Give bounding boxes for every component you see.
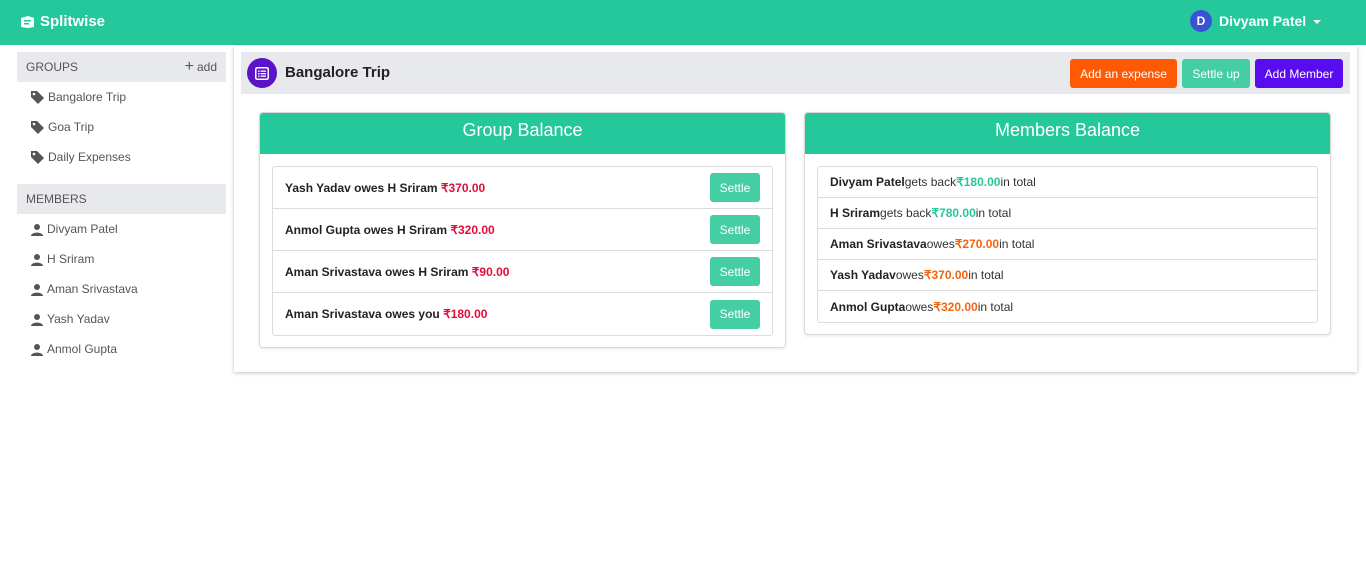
balance-suffix: in total — [968, 268, 1004, 282]
balance-amount: ₹270.00 — [954, 237, 1000, 251]
sidebar-item-member[interactable]: H Sriram — [17, 244, 226, 274]
balance-verb: gets back — [880, 206, 932, 220]
balance-suffix: in total — [999, 237, 1035, 251]
main-panel: Bangalore Trip Add an expense Settle up … — [234, 46, 1357, 372]
tag-icon — [31, 151, 44, 164]
top-navbar: Splitwise D Divyam Patel — [0, 0, 1366, 45]
sidebar-item-label: H Sriram — [47, 252, 95, 266]
balance-amount: ₹180.00 — [956, 175, 1001, 189]
list-item: Yash Yadav owes ₹370.00 in total — [818, 260, 1317, 291]
members-header: MEMBERS — [17, 184, 226, 214]
sidebar-item-group[interactable]: Daily Expenses — [17, 142, 226, 172]
balance-suffix: in total — [975, 206, 1012, 220]
sidebar-item-group[interactable]: Bangalore Trip — [17, 82, 226, 112]
list-item: Aman Srivastava owes you ₹180.00 Settle — [273, 293, 772, 335]
user-icon — [31, 313, 43, 326]
balance-text: Aman Srivastava owes H Sriram ₹90.00 — [285, 265, 509, 279]
list-item: Anmol Gupta owes H Sriram ₹320.00 Settle — [273, 209, 772, 251]
settle-button[interactable]: Settle — [710, 257, 760, 286]
settle-button[interactable]: Settle — [710, 173, 760, 202]
balance-description: Anmol Gupta owes H Sriram — [285, 222, 448, 237]
add-member-button[interactable]: Add Member — [1255, 59, 1343, 88]
page-title: Bangalore Trip — [285, 64, 391, 81]
sidebar-item-member[interactable]: Divyam Patel — [17, 214, 226, 244]
members-balance-title: Members Balance — [805, 113, 1330, 154]
user-icon — [31, 253, 43, 266]
settle-button[interactable]: Settle — [710, 299, 760, 329]
sidebar-item-label: Anmol Gupta — [47, 342, 118, 356]
sidebar-item-label: Goa Trip — [48, 120, 95, 134]
settle-button[interactable]: Settle — [710, 215, 760, 244]
list-item: Anmol Gupta owes ₹320.00 in total — [818, 291, 1317, 322]
user-name: Divyam Patel — [1219, 13, 1307, 29]
group-header-bar: Bangalore Trip Add an expense Settle up … — [241, 52, 1350, 94]
list-item: Divyam Patel gets back ₹180.00 in total — [818, 167, 1317, 198]
members-balance-card: Members Balance Divyam Patel gets back ₹… — [804, 112, 1331, 335]
balance-text: Anmol Gupta owes H Sriram ₹320.00 — [285, 223, 495, 237]
group-balance-card: Group Balance Yash Yadav owes H Sriram ₹… — [259, 112, 786, 348]
add-group-button[interactable]: + add — [185, 59, 217, 75]
balance-description: Yash Yadav owes H Sriram — [285, 180, 438, 195]
sidebar-item-label: Bangalore Trip — [48, 90, 127, 104]
avatar: D — [1190, 10, 1212, 32]
balance-description: Aman Srivastava owes H Sriram — [285, 264, 469, 279]
brand-logo[interactable]: Splitwise — [20, 13, 105, 30]
sidebar-item-label: Yash Yadav — [47, 312, 110, 326]
balance-amount: ₹320.00 — [933, 299, 978, 314]
add-group-label: add — [196, 60, 217, 74]
splitwise-logo-icon — [21, 15, 34, 28]
sidebar-item-label: Aman Srivastava — [47, 282, 138, 296]
members-header-label: MEMBERS — [26, 192, 87, 206]
balance-verb: owes — [926, 237, 955, 251]
member-name: H Sriram — [830, 206, 881, 220]
balance-amount: ₹370.00 — [440, 180, 486, 195]
sidebar-item-member[interactable]: Anmol Gupta — [17, 334, 226, 364]
sidebar-item-member[interactable]: Yash Yadav — [17, 304, 226, 334]
balance-amount: ₹780.00 — [931, 206, 976, 220]
user-menu[interactable]: D Divyam Patel — [1190, 10, 1322, 32]
list-item: Aman Srivastava owes H Sriram ₹90.00 Set… — [273, 251, 772, 293]
member-name: Yash Yadav — [830, 268, 896, 282]
groups-header-label: GROUPS — [26, 60, 79, 74]
group-balance-list: Yash Yadav owes H Sriram ₹370.00 Settle … — [272, 166, 773, 336]
sidebar-item-group[interactable]: Goa Trip — [17, 112, 226, 142]
user-icon — [31, 283, 43, 296]
balance-suffix: in total — [977, 299, 1014, 314]
balance-amount: ₹320.00 — [450, 222, 495, 237]
groups-header: GROUPS + add — [17, 52, 226, 82]
member-name: Aman Srivastava — [830, 237, 927, 251]
balance-verb: owes — [905, 299, 934, 314]
balance-text: Aman Srivastava owes you ₹180.00 — [285, 307, 487, 321]
sidebar-item-member[interactable]: Aman Srivastava — [17, 274, 226, 304]
balance-verb: gets back — [904, 175, 957, 189]
sidebar-item-label: Divyam Patel — [47, 222, 118, 236]
list-item: Aman Srivastava owes ₹270.00 in total — [818, 229, 1317, 260]
chevron-down-icon — [1313, 20, 1322, 24]
list-icon — [247, 58, 277, 88]
tag-icon — [31, 121, 44, 134]
group-balance-title: Group Balance — [260, 113, 785, 154]
balance-amount: ₹90.00 — [471, 264, 510, 279]
sidebar-item-label: Daily Expenses — [48, 150, 131, 164]
balance-amount: ₹370.00 — [923, 268, 969, 282]
user-icon — [31, 223, 43, 236]
balance-text: Yash Yadav owes H Sriram ₹370.00 — [285, 181, 485, 195]
balance-description: Aman Srivastava owes you — [285, 307, 440, 321]
list-item: H Sriram gets back ₹780.00 in total — [818, 198, 1317, 229]
list-item: Yash Yadav owes H Sriram ₹370.00 Settle — [273, 167, 772, 209]
add-expense-button[interactable]: Add an expense — [1070, 59, 1177, 88]
user-icon — [31, 343, 43, 356]
members-balance-list: Divyam Patel gets back ₹180.00 in total … — [817, 166, 1318, 323]
member-name: Anmol Gupta — [830, 299, 906, 314]
balance-amount: ₹180.00 — [443, 307, 488, 321]
balance-verb: owes — [895, 268, 924, 282]
sidebar: GROUPS + add Bangalore Trip Goa Trip Dai… — [17, 52, 226, 364]
settle-up-button[interactable]: Settle up — [1182, 59, 1250, 88]
app-name: Splitwise — [40, 13, 106, 30]
plus-icon: + — [184, 58, 194, 75]
member-name: Divyam Patel — [830, 175, 905, 189]
balance-suffix: in total — [1000, 175, 1036, 189]
tag-icon — [31, 91, 44, 104]
